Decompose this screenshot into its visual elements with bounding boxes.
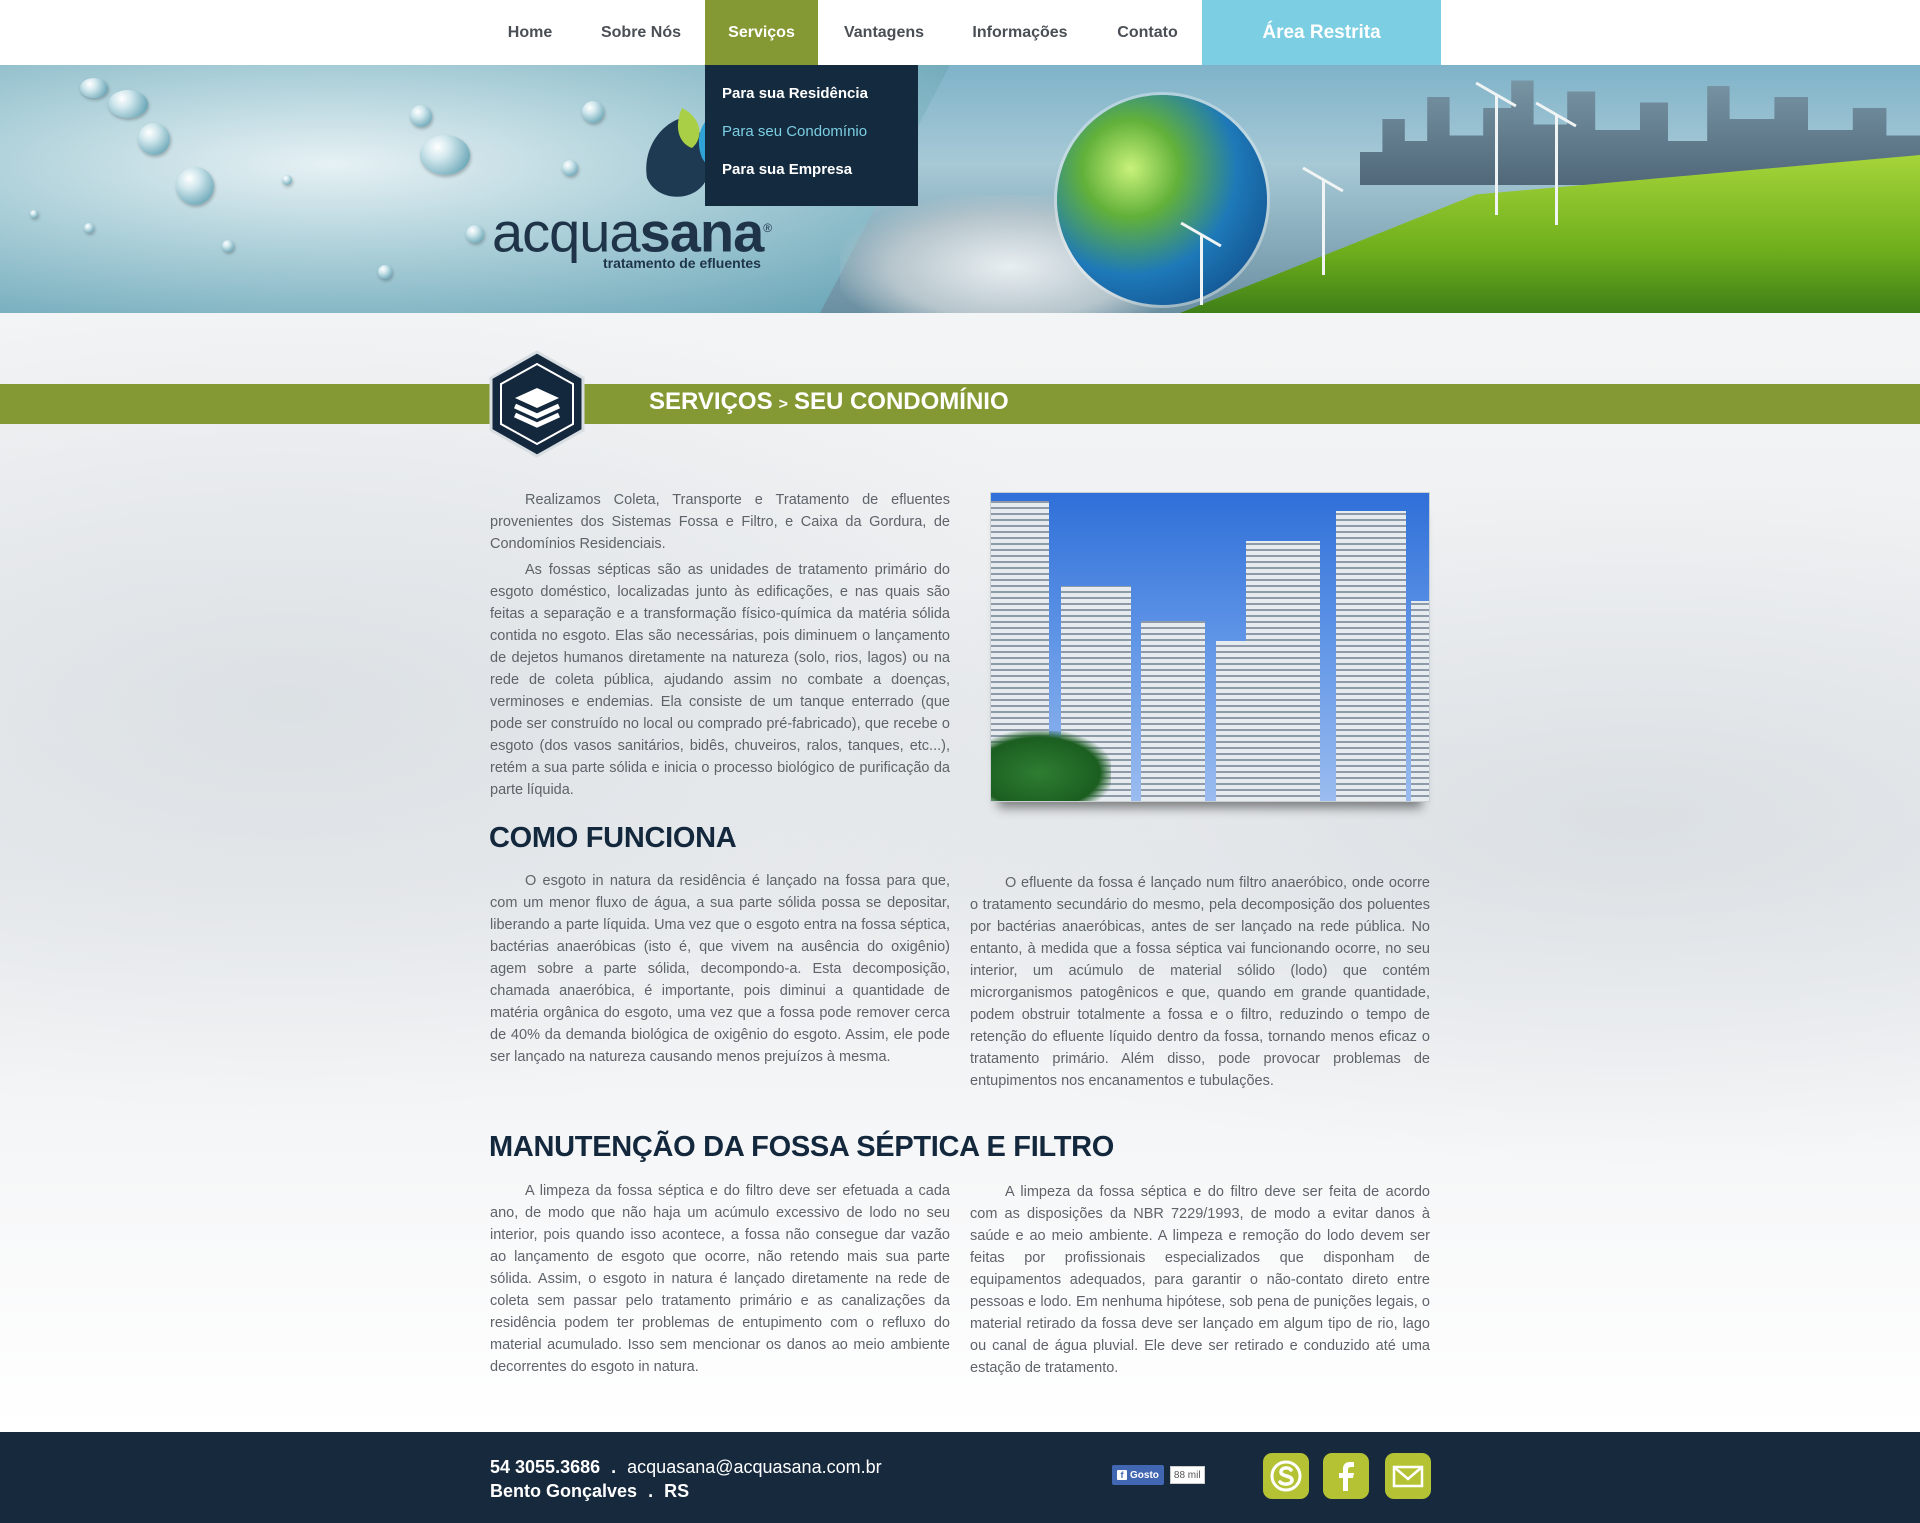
- water-drop: [30, 210, 38, 218]
- water-drop: [378, 265, 392, 279]
- footer-separator: .: [648, 1481, 654, 1501]
- facebook-like-label: Gosto: [1130, 1469, 1159, 1481]
- page-title: SERVIÇOS > SEU CONDOMÍNIO: [649, 388, 1009, 416]
- footer-state: RS: [664, 1481, 690, 1501]
- condominium-buildings-photo: [990, 492, 1430, 802]
- water-drop: [176, 167, 214, 205]
- footer-city: Bento Gonçalves: [490, 1481, 638, 1501]
- como-funciona-right-text: O efluente da fossa é lançado num filtro…: [970, 872, 1430, 1092]
- nav-contato[interactable]: Contato: [1100, 0, 1195, 65]
- water-drop: [80, 78, 108, 98]
- skype-button[interactable]: [1263, 1453, 1309, 1499]
- footer-location-line: Bento Gonçalves . RS: [490, 1481, 689, 1502]
- servicos-dropdown-menu: Para sua Residência Para seu Condomínio …: [705, 65, 918, 206]
- manutencao-left-text: A limpeza da fossa séptica e do filtro d…: [490, 1180, 950, 1378]
- manutencao-right-paragraph: A limpeza da fossa séptica e do filtro d…: [970, 1184, 1430, 1376]
- content-background: [0, 313, 1920, 1432]
- water-drop: [582, 101, 604, 123]
- email-button[interactable]: [1385, 1453, 1431, 1499]
- skype-icon: [1270, 1460, 1302, 1492]
- dropdown-item-condominio[interactable]: Para seu Condomínio: [722, 123, 867, 140]
- como-funciona-left-text: O esgoto in natura da residência é lança…: [490, 870, 950, 1068]
- facebook-button[interactable]: [1323, 1453, 1369, 1499]
- hero-banner: [0, 65, 1920, 313]
- top-navigation-bar: Home Sobre Nós Serviços Vantagens Inform…: [0, 0, 1920, 65]
- facebook-like-button[interactable]: f Gosto: [1112, 1465, 1164, 1485]
- acquasana-logo-wordmark[interactable]: acquasana®: [492, 200, 772, 261]
- footer-separator: .: [611, 1457, 617, 1477]
- building: [1411, 601, 1429, 801]
- como-funciona-right-paragraph: O efluente da fossa é lançado num filtro…: [970, 875, 1430, 1089]
- layers-icon: [489, 350, 585, 458]
- manutencao-right-text: A limpeza da fossa séptica e do filtro d…: [970, 1181, 1430, 1379]
- water-drop: [84, 223, 94, 233]
- water-drop: [410, 105, 432, 127]
- nav-servicos[interactable]: Serviços: [705, 0, 818, 65]
- page-title-section: SERVIÇOS: [649, 388, 773, 415]
- wind-turbine: [1555, 115, 1558, 225]
- intro-text: Realizamos Coleta, Transporte e Tratamen…: [490, 489, 950, 801]
- water-drop: [108, 90, 148, 118]
- building: [1141, 621, 1205, 801]
- facebook-icon: [1339, 1462, 1354, 1491]
- como-funciona-left-paragraph: O esgoto in natura da residência é lança…: [490, 873, 950, 1065]
- wind-turbine: [1495, 95, 1498, 215]
- como-funciona-heading: COMO FUNCIONA: [489, 822, 737, 854]
- building: [1246, 541, 1320, 801]
- footer-phone[interactable]: 54 3055.3686: [490, 1457, 600, 1477]
- registered-mark: ®: [763, 221, 772, 235]
- page-title-subsection: SEU CONDOMÍNIO: [793, 388, 1009, 415]
- email-icon: [1392, 1465, 1424, 1488]
- area-restrita-button[interactable]: Área Restrita: [1202, 0, 1441, 65]
- dropdown-item-empresa[interactable]: Para sua Empresa: [722, 161, 852, 178]
- footer: [0, 1432, 1920, 1523]
- water-drop: [138, 123, 170, 155]
- facebook-f-icon: f: [1117, 1470, 1127, 1480]
- wind-turbine: [1200, 235, 1203, 305]
- water-drop: [420, 135, 470, 175]
- page-title-separator: >: [778, 396, 788, 413]
- facebook-like-widget: f Gosto 88 mil: [1112, 1465, 1205, 1485]
- footer-contact-line: 54 3055.3686 . acquasana@acquasana.com.b…: [490, 1457, 882, 1478]
- footer-email-link[interactable]: acquasana@acquasana.com.br: [627, 1457, 881, 1477]
- water-drop: [222, 240, 234, 252]
- dropdown-item-residencia[interactable]: Para sua Residência: [722, 85, 868, 102]
- nav-sobre-nos[interactable]: Sobre Nós: [584, 0, 698, 65]
- nav-informacoes[interactable]: Informações: [955, 0, 1085, 65]
- water-drop: [282, 175, 292, 185]
- manutencao-heading: MANUTENÇÃO DA FOSSA SÉPTICA E FILTRO: [489, 1131, 1115, 1163]
- building: [1336, 511, 1406, 801]
- manutencao-left-paragraph: A limpeza da fossa séptica e do filtro d…: [490, 1183, 950, 1375]
- logo-subtitle: tratamento de efluentes: [603, 255, 761, 271]
- intro-paragraph-2: As fossas sépticas são as unidades de tr…: [490, 562, 950, 798]
- intro-paragraph-1: Realizamos Coleta, Transporte e Tratamen…: [490, 492, 950, 552]
- wind-turbine: [1322, 180, 1325, 275]
- main-nav: Home Sobre Nós Serviços Vantagens Inform…: [0, 0, 1920, 65]
- water-drop: [562, 160, 578, 176]
- water-drop: [466, 225, 484, 243]
- trees: [991, 731, 1111, 801]
- globe-image: [1057, 95, 1267, 305]
- nav-home[interactable]: Home: [488, 0, 572, 65]
- facebook-like-count: 88 mil: [1169, 1466, 1205, 1484]
- nav-vantagens[interactable]: Vantagens: [826, 0, 942, 65]
